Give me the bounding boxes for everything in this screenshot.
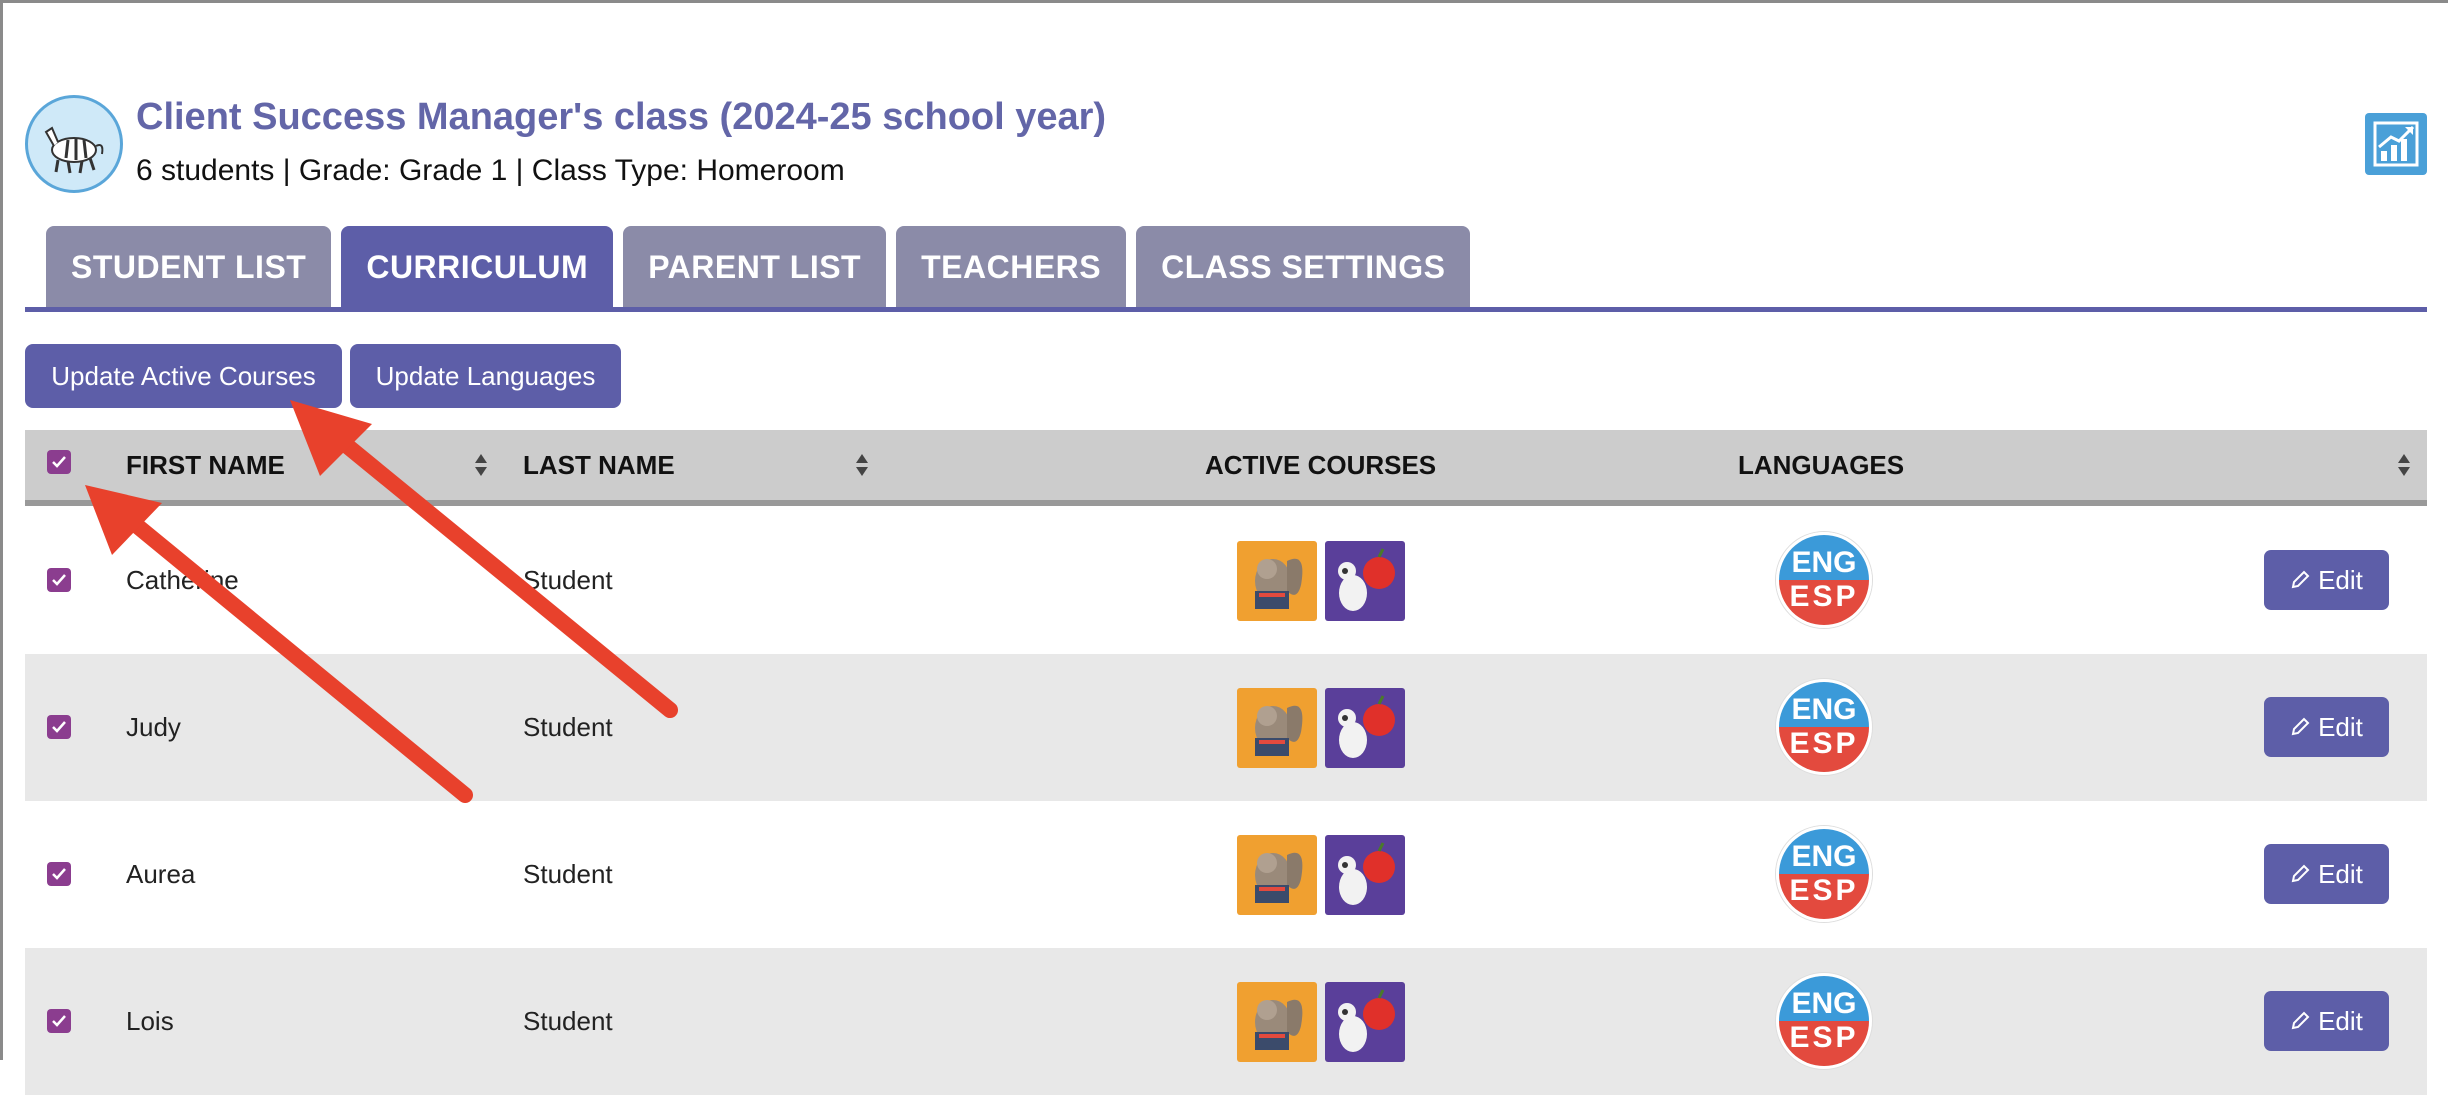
table-header: FIRST NAME LAST NAME ACTIVE COURSES LANG…	[25, 430, 2427, 506]
first-name-cell: Catherine	[126, 565, 239, 595]
zebra-icon	[25, 95, 123, 193]
edit-label: Edit	[2318, 858, 2363, 889]
class-meta: 6 students | Grade: Grade 1 | Class Type…	[136, 154, 845, 187]
tab-parent-list[interactable]: PARENT LIST	[623, 226, 887, 308]
pencil-icon	[2291, 570, 2310, 589]
header-last-name[interactable]: LAST NAME	[523, 430, 675, 500]
table-row: Catherine Student ENG ESP Edit	[25, 507, 2427, 654]
squirrel-reading-course-icon	[1237, 541, 1317, 621]
last-name-cell: Student	[523, 859, 613, 889]
pencil-icon	[2291, 1011, 2310, 1030]
mouse-apple-course-icon	[1325, 982, 1405, 1062]
pencil-icon	[2291, 864, 2310, 883]
squirrel-reading-course-icon	[1237, 688, 1317, 768]
language-badge: ENG ESP	[1776, 679, 1872, 775]
last-name-cell: Student	[523, 565, 613, 595]
tab-underline	[25, 307, 2427, 312]
language-secondary: ESP	[1779, 727, 1869, 772]
sort-icon[interactable]	[855, 452, 869, 478]
mouse-apple-course-icon	[1325, 835, 1405, 915]
language-primary: ENG	[1779, 535, 1869, 580]
mouse-apple-course-icon	[1325, 541, 1405, 621]
class-title: Client Success Manager's class (2024-25 …	[136, 96, 1107, 138]
update-active-courses-button[interactable]: Update Active Courses	[25, 344, 342, 408]
update-languages-button[interactable]: Update Languages	[350, 344, 621, 408]
mouse-apple-course-icon	[1325, 688, 1405, 768]
window-left-border	[0, 0, 3, 1060]
row-checkbox[interactable]	[47, 715, 71, 739]
first-name-cell: Aurea	[126, 859, 196, 889]
table-row: Lois Student ENG ESP Edit	[25, 948, 2427, 1095]
sort-icon[interactable]	[474, 452, 488, 478]
pencil-icon	[2291, 717, 2310, 736]
language-primary: ENG	[1779, 682, 1869, 727]
language-secondary: ESP	[1779, 1021, 1869, 1066]
edit-button[interactable]: Edit	[2264, 550, 2389, 610]
first-name-cell: Lois	[126, 1006, 174, 1036]
language-primary: ENG	[1779, 976, 1869, 1021]
edit-label: Edit	[2318, 1005, 2363, 1036]
language-primary: ENG	[1779, 829, 1869, 874]
header-active-courses: ACTIVE COURSES	[1205, 449, 1437, 480]
language-badge: ENG ESP	[1776, 826, 1872, 922]
tab-curriculum[interactable]: CURRICULUM	[341, 226, 614, 308]
select-all-checkbox[interactable]	[47, 450, 71, 474]
row-checkbox[interactable]	[47, 1009, 71, 1033]
language-secondary: ESP	[1779, 874, 1869, 919]
class-tabs: STUDENT LIST CURRICULUM PARENT LIST TEAC…	[46, 226, 1471, 308]
tab-class-settings[interactable]: CLASS SETTINGS	[1136, 226, 1471, 308]
header-first-name[interactable]: FIRST NAME	[126, 430, 285, 500]
squirrel-reading-course-icon	[1237, 835, 1317, 915]
sort-icon[interactable]	[2397, 452, 2411, 478]
header-languages: LANGUAGES	[1738, 449, 1905, 480]
language-badge: ENG ESP	[1776, 973, 1872, 1069]
table-row: Aurea Student ENG ESP Edit	[25, 801, 2427, 948]
table-row: Judy Student ENG ESP Edit	[25, 654, 2427, 801]
first-name-cell: Judy	[126, 712, 181, 742]
edit-button[interactable]: Edit	[2264, 991, 2389, 1051]
language-badge: ENG ESP	[1776, 532, 1872, 628]
last-name-cell: Student	[523, 712, 613, 742]
window-top-border	[0, 0, 2448, 3]
edit-button[interactable]: Edit	[2264, 844, 2389, 904]
last-name-cell: Student	[523, 1006, 613, 1036]
tab-teachers[interactable]: TEACHERS	[896, 226, 1127, 308]
edit-label: Edit	[2318, 564, 2363, 595]
tab-student-list[interactable]: STUDENT LIST	[46, 226, 332, 308]
growth-chart-icon[interactable]	[2365, 113, 2427, 175]
edit-button[interactable]: Edit	[2264, 697, 2389, 757]
squirrel-reading-course-icon	[1237, 982, 1317, 1062]
edit-label: Edit	[2318, 711, 2363, 742]
row-checkbox[interactable]	[47, 862, 71, 886]
language-secondary: ESP	[1779, 580, 1869, 625]
row-checkbox[interactable]	[47, 568, 71, 592]
